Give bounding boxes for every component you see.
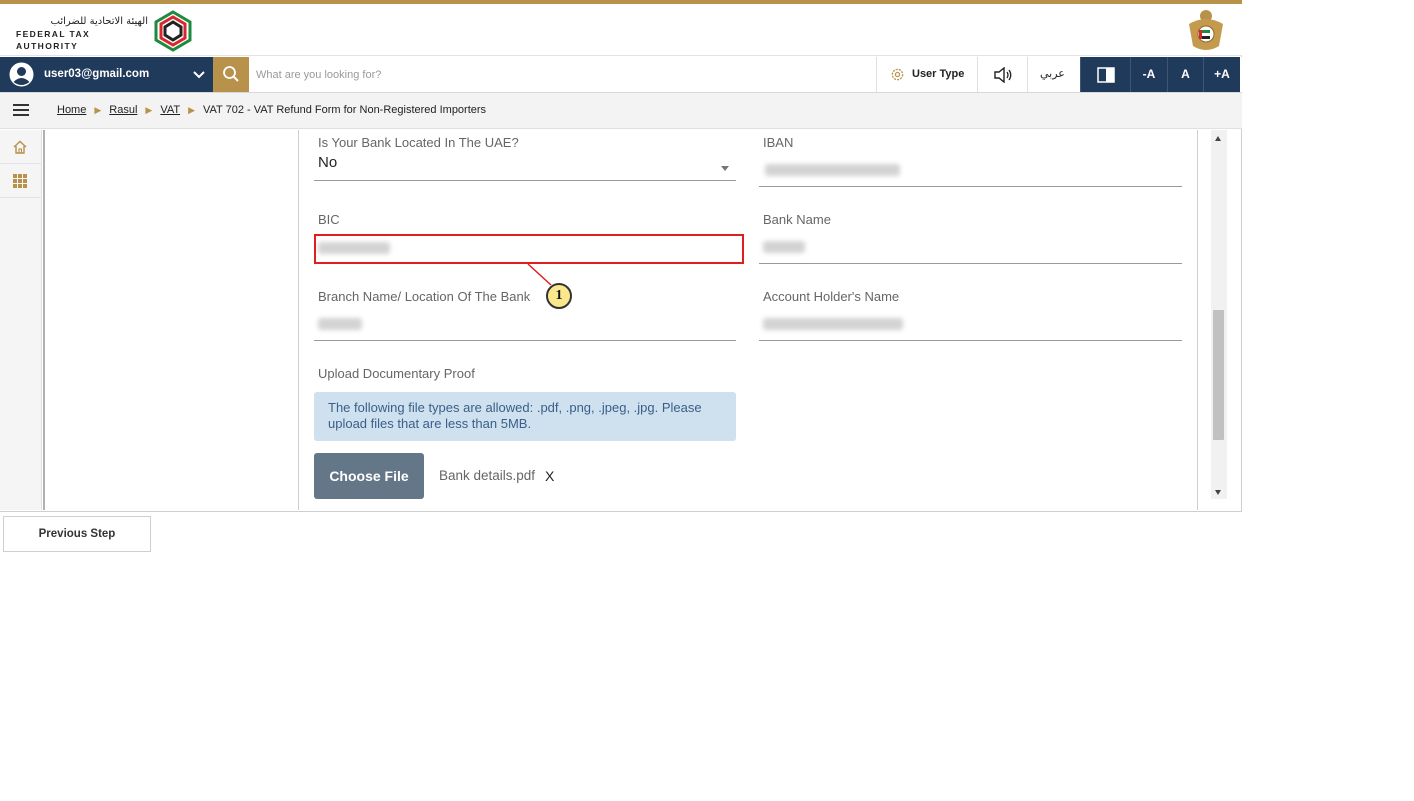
branch-label: Branch Name/ Location Of The Bank <box>318 289 531 304</box>
field-underline <box>759 186 1182 187</box>
search-button[interactable] <box>213 57 249 92</box>
app-window: الهيئة الاتحادية للضرائب FEDERAL TAX AUT… <box>0 0 1242 557</box>
site-header: الهيئة الاتحادية للضرائب FEDERAL TAX AUT… <box>0 4 1242 56</box>
logo-arabic-name: الهيئة الاتحادية للضرائب <box>50 16 148 27</box>
field-underline <box>314 180 736 181</box>
upload-info-box: The following file types are allowed: .p… <box>314 392 736 441</box>
content-scrollbar[interactable] <box>1211 130 1227 499</box>
previous-step-button[interactable]: Previous Step <box>3 516 151 552</box>
gear-icon <box>891 68 904 81</box>
breadcrumb-bar: Home ▶ Rasul ▶ VAT ▶ VAT 702 - VAT Refund Form… <box>0 93 1242 129</box>
grid-icon <box>13 174 27 188</box>
iban-field[interactable] <box>759 154 1182 187</box>
contrast-toggle-button[interactable] <box>1080 57 1130 92</box>
upload-label: Upload Documentary Proof <box>318 366 475 381</box>
uae-emblem-icon <box>1189 10 1223 50</box>
top-navbar: user03@gmail.com User Type <box>0 57 1242 93</box>
user-type-button[interactable]: User Type <box>876 57 977 92</box>
bank-name-value-redacted <box>763 241 805 253</box>
user-menu[interactable]: user03@gmail.com <box>0 57 213 92</box>
sidebar-item-apps[interactable] <box>0 164 42 198</box>
field-underline <box>759 340 1182 341</box>
branch-field[interactable] <box>314 308 736 341</box>
bic-label: BIC <box>318 212 340 227</box>
font-decrease-button[interactable]: -A <box>1130 57 1167 92</box>
uploaded-file-name: Bank details.pdf <box>439 468 536 483</box>
iban-value-redacted <box>765 164 900 176</box>
fta-logo-icon[interactable] <box>150 8 196 54</box>
scroll-down-arrow-icon[interactable] <box>1215 490 1221 495</box>
account-holder-value-redacted <box>763 318 903 330</box>
contrast-icon <box>1097 67 1115 83</box>
annotation-callout-badge: 1 <box>546 283 572 309</box>
bank-name-label: Bank Name <box>763 212 831 227</box>
iban-label: IBAN <box>763 135 794 150</box>
remove-file-button[interactable]: X <box>545 468 554 484</box>
branch-value-redacted <box>318 318 362 330</box>
scroll-thumb[interactable] <box>1213 310 1224 440</box>
choose-file-button[interactable]: Choose File <box>314 453 424 499</box>
breadcrumb-separator-icon: ▶ <box>145 105 153 115</box>
search-input[interactable] <box>256 63 856 87</box>
breadcrumb-vat[interactable]: VAT <box>160 104 180 116</box>
bank-details-form: Is Your Bank Located In The UAE? No IBAN… <box>298 130 1198 510</box>
form-footer: Previous Step <box>0 511 1242 557</box>
account-holder-label: Account Holder's Name <box>763 289 900 304</box>
language-toggle[interactable]: عربي <box>1027 57 1080 92</box>
scroll-up-arrow-icon[interactable] <box>1215 136 1221 141</box>
language-label: عربي <box>1040 67 1065 80</box>
breadcrumb: Home ▶ Rasul ▶ VAT ▶ VAT 702 - VAT Refund Form… <box>57 104 486 116</box>
bank-in-uae-label: Is Your Bank Located In The UAE? <box>318 135 519 150</box>
left-sidebar <box>0 130 42 510</box>
fta-logo-text[interactable]: الهيئة الاتحادية للضرائب FEDERAL TAX AUT… <box>16 16 148 52</box>
search-icon <box>223 66 239 82</box>
speaker-icon <box>994 67 1012 83</box>
field-underline <box>759 263 1182 264</box>
breadcrumb-separator-icon: ▶ <box>94 105 102 115</box>
home-icon <box>13 140 27 154</box>
field-underline <box>314 340 736 341</box>
font-reset-button[interactable]: A <box>1167 57 1203 92</box>
text-to-speech-button[interactable] <box>977 57 1027 92</box>
main-content: Is Your Bank Located In The UAE? No IBAN… <box>43 130 1240 510</box>
breadcrumb-rasul[interactable]: Rasul <box>109 104 137 116</box>
logo-english-name: FEDERAL TAX AUTHORITY <box>16 29 91 51</box>
user-email: user03@gmail.com <box>44 68 150 80</box>
annotation-highlight-box <box>314 234 744 264</box>
user-type-label: User Type <box>912 68 965 80</box>
breadcrumb-current: VAT 702 - VAT Refund Form for Non-Regist… <box>203 104 487 116</box>
user-avatar-icon <box>9 62 34 87</box>
hamburger-menu-icon[interactable] <box>12 102 30 118</box>
bank-name-field[interactable] <box>759 231 1182 264</box>
bank-in-uae-select[interactable]: No <box>314 150 736 182</box>
breadcrumb-home[interactable]: Home <box>57 104 86 116</box>
bank-in-uae-value: No <box>318 154 338 171</box>
breadcrumb-separator-icon: ▶ <box>188 105 195 115</box>
dropdown-caret-icon <box>721 166 729 171</box>
sidebar-item-home[interactable] <box>0 130 42 164</box>
chevron-down-icon[interactable] <box>192 67 206 81</box>
font-increase-button[interactable]: +A <box>1203 57 1240 92</box>
account-holder-field[interactable] <box>759 308 1182 341</box>
